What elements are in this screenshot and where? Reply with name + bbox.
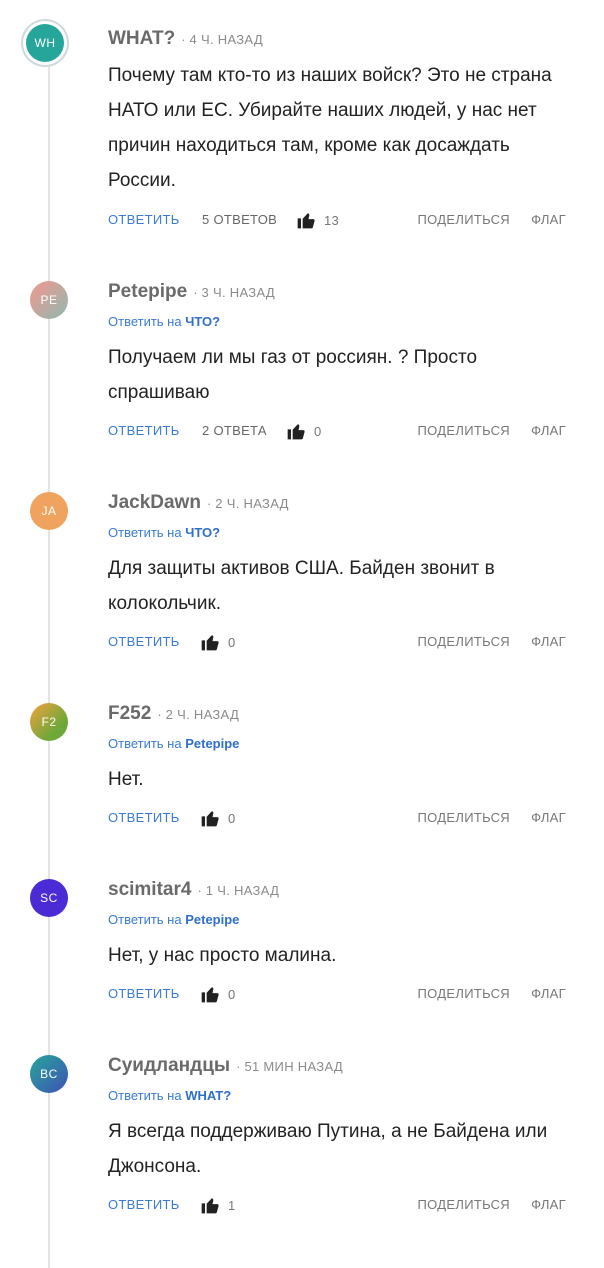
- share-button[interactable]: ПОДЕЛИТЬСЯ: [418, 1197, 510, 1212]
- avatar[interactable]: SC: [30, 879, 68, 917]
- comment-text: Я всегда поддерживаю Путина, а не Байден…: [108, 1121, 548, 1177]
- like-button[interactable]: 0: [200, 984, 236, 1004]
- share-button[interactable]: ПОДЕЛИТЬСЯ: [418, 212, 510, 227]
- reply-button[interactable]: ОТВЕТИТЬ: [108, 1197, 180, 1212]
- comment-time: 4 Ч. НАЗАД: [189, 32, 263, 47]
- reply-button[interactable]: ОТВЕТИТЬ: [108, 810, 180, 825]
- avatar[interactable]: F2: [30, 703, 68, 741]
- thumbs-up-icon: [201, 635, 219, 651]
- share-button[interactable]: ПОДЕЛИТЬСЯ: [418, 634, 510, 649]
- reply-to-line: Ответить на Petepipe: [108, 912, 239, 927]
- comment-author[interactable]: WHAT?: [108, 28, 175, 50]
- comment-actions: ОТВЕТИТЬ 1 ПОДЕЛИТЬСЯ ФЛАГ: [108, 1197, 566, 1217]
- comment-author[interactable]: Petepipe: [108, 281, 187, 303]
- comment-time: 2 Ч. НАЗАД: [165, 707, 240, 722]
- like-count: 0: [228, 634, 236, 650]
- like-count: 0: [228, 810, 236, 826]
- reply-to-link[interactable]: WHAT?: [185, 1088, 231, 1103]
- share-button[interactable]: ПОДЕЛИТЬСЯ: [418, 423, 510, 438]
- flag-button[interactable]: ФЛАГ: [531, 423, 566, 438]
- reply-to-line: Ответить на ЧТО?: [108, 525, 220, 540]
- comment-text: Нет, у нас просто малина.: [108, 945, 337, 966]
- avatar[interactable]: PE: [30, 281, 68, 319]
- comment-time: 3 Ч. НАЗАД: [201, 285, 275, 300]
- reply-to-line: Ответить на WHAT?: [108, 1088, 231, 1103]
- reply-to-prefix: Ответить на: [108, 525, 182, 540]
- avatar[interactable]: WH: [26, 24, 64, 62]
- comment-text: Для защиты активов США. Байден звонит в …: [108, 558, 495, 614]
- reply-to-prefix: Ответить на: [108, 736, 182, 751]
- reply-to-link[interactable]: Petepipe: [185, 736, 239, 751]
- flag-button[interactable]: ФЛАГ: [531, 212, 566, 227]
- reply-to-prefix: Ответить на: [108, 1088, 182, 1103]
- comment-text: Нет.: [108, 769, 144, 790]
- flag-button[interactable]: ФЛАГ: [531, 986, 566, 1001]
- comment-actions: ОТВЕТИТЬ 0 ПОДЕЛИТЬСЯ ФЛАГ: [108, 634, 566, 654]
- reply-to-link[interactable]: ЧТО?: [185, 525, 220, 540]
- comment-time: 2 Ч. НАЗАД: [215, 496, 289, 511]
- reply-to-line: Ответить на Petepipe: [108, 736, 239, 751]
- separator-dot: ·: [197, 883, 202, 898]
- comment-actions: ОТВЕТИТЬ 0 ПОДЕЛИТЬСЯ ФЛАГ: [108, 810, 566, 830]
- flag-button[interactable]: ФЛАГ: [531, 634, 566, 649]
- reply-button[interactable]: ОТВЕТИТЬ: [108, 634, 180, 649]
- reply-to-link[interactable]: Petepipe: [185, 912, 239, 927]
- separator-dot: ·: [193, 285, 198, 300]
- comment-time: 51 МИН НАЗАД: [244, 1059, 343, 1074]
- thumbs-up-icon: [201, 1198, 219, 1214]
- like-button[interactable]: 1: [200, 1195, 236, 1215]
- share-button[interactable]: ПОДЕЛИТЬСЯ: [418, 986, 510, 1001]
- comment-author[interactable]: JackDawn: [108, 492, 201, 514]
- comment-time: 1 Ч. НАЗАД: [205, 883, 280, 898]
- flag-button[interactable]: ФЛАГ: [531, 1197, 566, 1212]
- avatar[interactable]: JA: [30, 492, 68, 530]
- reply-button[interactable]: ОТВЕТИТЬ: [108, 212, 180, 227]
- replies-count-link[interactable]: 5 ОТВЕТОВ: [202, 212, 277, 227]
- reply-button[interactable]: ОТВЕТИТЬ: [108, 423, 180, 438]
- like-button[interactable]: 0: [200, 632, 236, 652]
- thumbs-up-icon: [201, 811, 219, 827]
- like-count: 0: [228, 986, 236, 1002]
- comment-author[interactable]: Суидландцы: [108, 1055, 230, 1077]
- comment-author[interactable]: F252: [108, 703, 151, 725]
- replies-count-link[interactable]: 2 ОТВЕТА: [202, 423, 267, 438]
- comment-actions: ОТВЕТИТЬ 0 ПОДЕЛИТЬСЯ ФЛАГ: [108, 986, 566, 1006]
- reply-button[interactable]: ОТВЕТИТЬ: [108, 986, 180, 1001]
- like-count: 0: [314, 423, 322, 439]
- separator-dot: ·: [181, 32, 186, 47]
- thumbs-up-icon: [297, 213, 315, 229]
- share-button[interactable]: ПОДЕЛИТЬСЯ: [418, 810, 510, 825]
- comment-actions: ОТВЕТИТЬ 5 ОТВЕТОВ 13 ПОДЕЛИТЬСЯ ФЛАГ: [108, 212, 566, 232]
- like-button[interactable]: 0: [286, 421, 322, 441]
- thumbs-up-icon: [287, 424, 305, 440]
- like-button[interactable]: 0: [200, 808, 236, 828]
- flag-button[interactable]: ФЛАГ: [531, 810, 566, 825]
- comment-text: Получаем ли мы газ от россиян. ? Просто …: [108, 347, 478, 403]
- like-button[interactable]: 13: [296, 210, 339, 230]
- thumbs-up-icon: [201, 987, 219, 1003]
- separator-dot: ·: [157, 707, 162, 722]
- reply-to-prefix: Ответить на: [108, 912, 182, 927]
- reply-to-link[interactable]: ЧТО?: [185, 314, 220, 329]
- comment-actions: ОТВЕТИТЬ 2 ОТВЕТА 0 ПОДЕЛИТЬСЯ ФЛАГ: [108, 423, 566, 443]
- comment-author[interactable]: scimitar4: [108, 879, 191, 901]
- separator-dot: ·: [206, 496, 212, 511]
- avatar[interactable]: BC: [30, 1055, 68, 1093]
- like-count: 1: [228, 1197, 236, 1213]
- reply-to-prefix: Ответить на: [108, 314, 182, 329]
- separator-dot: ·: [236, 1059, 241, 1074]
- comment-text: Почему там кто-то из наших войск? Это не…: [108, 65, 552, 191]
- reply-to-line: Ответить на ЧТО?: [108, 314, 220, 329]
- like-count: 13: [324, 212, 340, 228]
